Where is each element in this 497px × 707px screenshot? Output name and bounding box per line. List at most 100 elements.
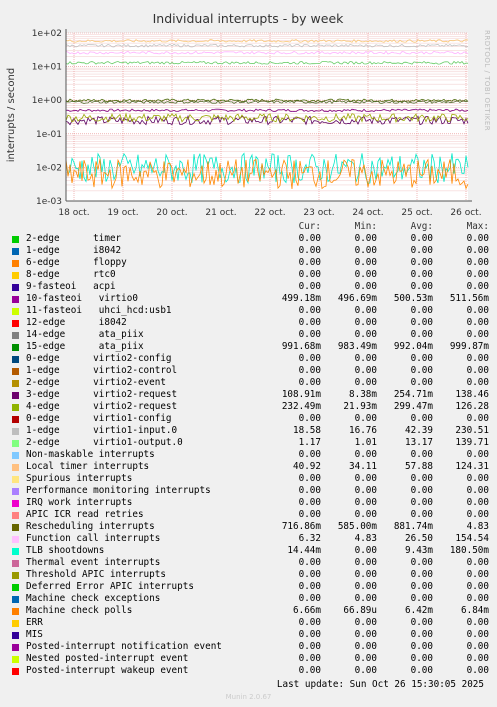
- legend-max: 0.00: [466, 557, 489, 568]
- x-tick-label: 22 oct.: [254, 208, 285, 218]
- legend-min: 0.00: [354, 593, 377, 604]
- legend-name: Rescheduling interrupts: [26, 521, 155, 532]
- legend-row: 9-fasteoi acpi 0.00 0.00 0.00 0.00: [12, 281, 494, 293]
- legend-swatch: [12, 415, 19, 423]
- legend-min: 0.00: [354, 629, 377, 640]
- legend-cur: 0.00: [298, 629, 321, 640]
- legend-name: Non-maskable interrupts: [26, 449, 155, 460]
- legend-cur: 991.68m: [281, 341, 321, 352]
- legend-avg: 254.71m: [393, 389, 433, 400]
- legend-cur: 40.92: [293, 461, 321, 472]
- legend-cur: 0.00: [298, 473, 321, 484]
- legend-avg: 0.00: [410, 473, 433, 484]
- legend-avg: 0.00: [410, 509, 433, 520]
- legend-avg: 0.00: [410, 485, 433, 496]
- legend-min: 0.00: [354, 317, 377, 328]
- legend-name: 9-fasteoi acpi: [26, 281, 116, 292]
- legend-cur: 0.00: [298, 281, 321, 292]
- legend-avg: 0.00: [410, 317, 433, 328]
- legend-cur: 108.91m: [281, 389, 321, 400]
- legend-avg: 0.00: [410, 377, 433, 388]
- legend-swatch: [12, 379, 19, 387]
- y-tick-label: 1e+01: [32, 63, 62, 73]
- legend-name: Nested posted-interrupt event: [26, 653, 189, 664]
- legend-min: 4.83: [354, 533, 377, 544]
- rrdtool-credit: RRDTOOL / TOBI OETIKER: [483, 30, 491, 131]
- legend-max: 0.00: [466, 245, 489, 256]
- legend-cur: 0.00: [298, 233, 321, 244]
- legend-max: 999.87m: [449, 341, 489, 352]
- legend-name: 2-edge virtio1-output.0: [26, 437, 183, 448]
- legend-swatch: [12, 367, 19, 375]
- legend-name: 15-edge ata_piix: [26, 341, 144, 352]
- legend-name: APIC ICR read retries: [26, 509, 144, 520]
- legend-name: Local timer interrupts: [26, 461, 150, 472]
- legend-cur: 0.00: [298, 509, 321, 520]
- legend-row: 1-edge virtio1-input.0 18.58 16.76 42.39 230…: [12, 425, 494, 437]
- legend-min: 0.00: [354, 281, 377, 292]
- legend-avg: 0.00: [410, 593, 433, 604]
- legend-cur: 0.00: [298, 329, 321, 340]
- legend-min: 8.38m: [349, 389, 377, 400]
- legend-swatch: [12, 487, 19, 495]
- legend-max: 0.00: [466, 353, 489, 364]
- legend-avg: 9.43m: [405, 545, 433, 556]
- chart-title: Individual interrupts - by week: [153, 11, 345, 26]
- legend-avg: 13.17: [405, 437, 433, 448]
- x-tick-label: 23 oct.: [303, 208, 334, 218]
- legend-min: 0.00: [354, 581, 377, 592]
- legend-name: 8-edge rtc0: [26, 269, 116, 280]
- legend-row: Spurious interrupts 0.00 0.00 0.00 0.00: [12, 473, 494, 485]
- y-tick-label: 1e+02: [32, 29, 62, 39]
- legend-swatch: [12, 439, 19, 447]
- legend-max: 138.46: [455, 389, 489, 400]
- legend-name: MIS: [26, 629, 43, 640]
- legend-swatch: [12, 583, 19, 591]
- legend-avg: 0.00: [410, 233, 433, 244]
- header-min: Min:: [354, 221, 377, 232]
- legend-cur: 0.00: [298, 641, 321, 652]
- legend-swatch: [12, 595, 19, 603]
- legend-max: 0.00: [466, 629, 489, 640]
- legend-cur: 0.00: [298, 317, 321, 328]
- legend-min: 66.89u: [343, 605, 377, 616]
- legend-name: Posted-interrupt wakeup event: [26, 665, 189, 676]
- legend-cur: 14.44m: [287, 545, 321, 556]
- legend-swatch: [12, 631, 19, 639]
- legend-name: 2-edge virtio2-event: [26, 377, 166, 388]
- legend-table: Cur: Min: Avg: Max: 2-edge timer 0.00 0.00…: [12, 221, 494, 677]
- legend-min: 0.00: [354, 365, 377, 376]
- legend-max: 0.00: [466, 485, 489, 496]
- legend-name: 2-edge timer: [26, 233, 122, 244]
- legend-avg: 26.50: [405, 533, 433, 544]
- header-avg: Avg:: [410, 221, 433, 232]
- legend-max: 139.71: [455, 437, 489, 448]
- legend-row: 6-edge floppy 0.00 0.00 0.00 0.00: [12, 257, 494, 269]
- legend-name: TLB shootdowns: [26, 545, 105, 556]
- y-tick-label: 1e+00: [32, 96, 63, 106]
- legend-cur: 1.17: [298, 437, 321, 448]
- legend-max: 154.54: [455, 533, 489, 544]
- legend-swatch: [12, 295, 19, 303]
- legend-avg: 0.00: [410, 245, 433, 256]
- legend-avg: 0.00: [410, 641, 433, 652]
- legend-row: Performance monitoring interrupts 0.00 0.0…: [12, 485, 494, 497]
- legend-row: 3-edge virtio2-request 108.91m 8.38m 254.71…: [12, 389, 494, 401]
- legend-max: 0.00: [466, 569, 489, 580]
- legend-cur: 0.00: [298, 653, 321, 664]
- legend-swatch: [12, 391, 19, 399]
- legend-cur: 0.00: [298, 449, 321, 460]
- legend-row: Nested posted-interrupt event 0.00 0.00 0.0…: [12, 653, 494, 665]
- legend-row: IRQ work interrupts 0.00 0.00 0.00 0.00: [12, 497, 494, 509]
- legend-row: 4-edge virtio2-request 232.49m 21.93m 299.4…: [12, 401, 494, 413]
- legend-max: 0.00: [466, 641, 489, 652]
- legend-avg: 0.00: [410, 365, 433, 376]
- legend-row: 12-edge i8042 0.00 0.00 0.00 0.00: [12, 317, 494, 329]
- legend-name: Posted-interrupt notification event: [26, 641, 222, 652]
- legend-max: 126.28: [455, 401, 489, 412]
- legend-swatch: [12, 463, 19, 471]
- legend-max: 0.00: [466, 473, 489, 484]
- legend-avg: 0.00: [410, 569, 433, 580]
- legend-swatch: [12, 511, 19, 519]
- legend-cur: 18.58: [293, 425, 321, 436]
